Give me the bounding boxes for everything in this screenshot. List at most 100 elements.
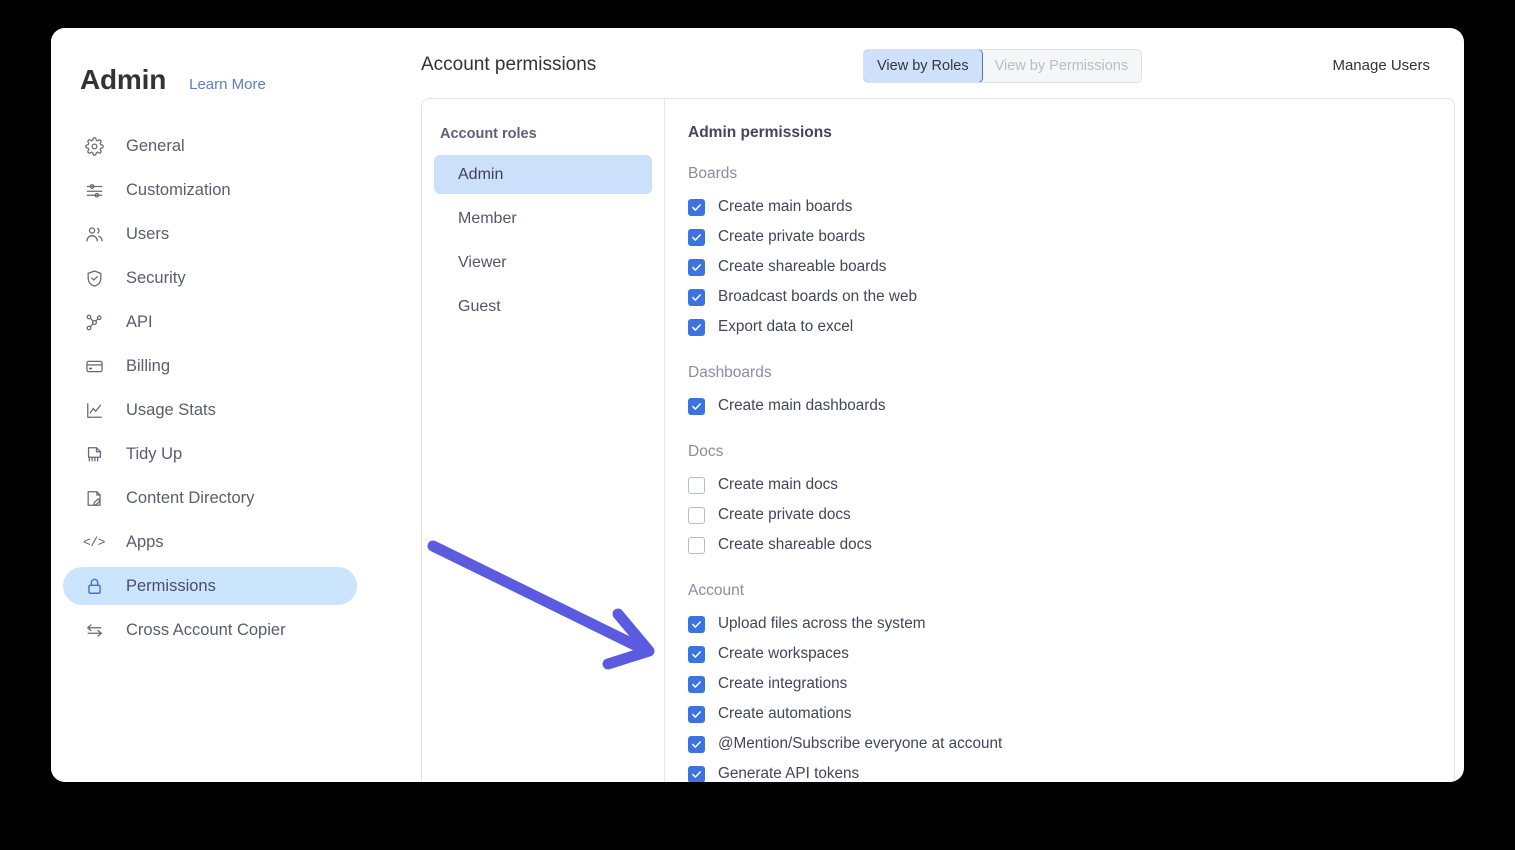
permission-row[interactable]: Upload files across the system: [688, 609, 1454, 639]
permission-label: Create main dashboards: [718, 397, 886, 414]
permission-group: Dashboards Create main dashboards: [688, 364, 1454, 421]
learn-more-link[interactable]: Learn More: [189, 76, 266, 93]
permission-label: Create main boards: [718, 198, 853, 215]
tab-view-by-permissions[interactable]: View by Permissions: [981, 50, 1142, 82]
checkbox-checked-icon[interactable]: [688, 735, 705, 753]
sidebar-item-label: Billing: [126, 356, 171, 375]
sidebar-header: Admin Learn More: [80, 64, 266, 96]
permission-row[interactable]: Create private boards: [688, 222, 1454, 252]
checkbox-unchecked-icon[interactable]: [688, 506, 705, 524]
permission-label: Create private docs: [718, 506, 851, 523]
sidebar-item-api[interactable]: API: [63, 303, 357, 341]
sidebar-item-label: Cross Account Copier: [126, 620, 286, 639]
permission-label: Create private boards: [718, 228, 866, 245]
permissions-card: Account roles Admin Member Viewer Guest …: [421, 98, 1455, 782]
permission-row[interactable]: Generate API tokens: [688, 759, 1454, 782]
admin-app-window: Admin Learn More General Customization U…: [51, 28, 1464, 782]
permission-label: Create integrations: [718, 675, 848, 692]
permission-row[interactable]: Create main boards: [688, 192, 1454, 222]
permission-group-title: Dashboards: [688, 364, 772, 381]
role-item-guest[interactable]: Guest: [434, 287, 652, 326]
permission-group-title: Account: [688, 582, 745, 599]
sidebar-item-usage-stats[interactable]: Usage Stats: [63, 391, 357, 429]
checkbox-unchecked-icon[interactable]: [688, 476, 705, 494]
checkbox-checked-icon[interactable]: [688, 318, 705, 336]
sidebar-item-label: General: [126, 136, 185, 155]
permissions-list-panel: Admin permissions Boards Create main boar…: [665, 99, 1454, 782]
sidebar: Admin Learn More General Customization U…: [51, 28, 369, 782]
account-roles-panel: Account roles Admin Member Viewer Guest: [422, 99, 665, 782]
sidebar-item-billing[interactable]: Billing: [63, 347, 357, 385]
role-item-viewer[interactable]: Viewer: [434, 243, 652, 282]
sidebar-item-label: Usage Stats: [126, 400, 216, 419]
users-icon: [83, 223, 105, 245]
permission-label: Create main docs: [718, 476, 838, 493]
permission-row[interactable]: Create main docs: [688, 470, 1454, 500]
permission-row[interactable]: Create private docs: [688, 500, 1454, 530]
permission-group-title: Docs: [688, 443, 724, 460]
document-edit-icon: [83, 487, 105, 509]
gear-icon: [83, 135, 105, 157]
credit-card-icon: [83, 355, 105, 377]
permission-row[interactable]: Create workspaces: [688, 639, 1454, 669]
checkbox-checked-icon[interactable]: [688, 645, 705, 663]
lock-icon: [83, 575, 105, 597]
permission-row[interactable]: Export data to excel: [688, 312, 1454, 342]
permission-label: Create shareable boards: [718, 258, 887, 275]
checkbox-checked-icon[interactable]: [688, 397, 705, 415]
sidebar-nav: General Customization Users Security API…: [63, 127, 357, 655]
app-title: Admin: [80, 64, 167, 95]
manage-users-link[interactable]: Manage Users: [1332, 57, 1430, 74]
sidebar-item-label: Apps: [126, 532, 164, 551]
topbar: Account permissions View by Roles View b…: [369, 28, 1464, 98]
sidebar-item-apps[interactable]: </> Apps: [63, 523, 357, 561]
sidebar-item-content-directory[interactable]: Content Directory: [63, 479, 357, 517]
desktop-backdrop: Admin Learn More General Customization U…: [0, 0, 1515, 850]
sidebar-item-cross-account-copier[interactable]: Cross Account Copier: [63, 611, 357, 649]
checkbox-checked-icon[interactable]: [688, 228, 705, 246]
permission-label: Generate API tokens: [718, 765, 860, 782]
permission-row[interactable]: @Mention/Subscribe everyone at account: [688, 729, 1454, 759]
permission-row[interactable]: Create integrations: [688, 669, 1454, 699]
sidebar-item-label: Users: [126, 224, 170, 243]
permissions-heading: Admin permissions: [688, 124, 832, 141]
permission-label: Export data to excel: [718, 318, 854, 335]
view-toggle-group: View by Roles View by Permissions: [864, 50, 1142, 82]
checkbox-checked-icon[interactable]: [688, 705, 705, 723]
broom-icon: [83, 443, 105, 465]
permission-row[interactable]: Broadcast boards on the web: [688, 282, 1454, 312]
permission-row[interactable]: Create automations: [688, 699, 1454, 729]
sidebar-item-label: Content Directory: [126, 488, 255, 507]
permission-label: Upload files across the system: [718, 615, 926, 632]
permission-row[interactable]: Create shareable docs: [688, 530, 1454, 560]
tab-view-by-roles[interactable]: View by Roles: [864, 50, 982, 82]
checkbox-checked-icon[interactable]: [688, 765, 705, 782]
main-content: Account permissions View by Roles View b…: [369, 28, 1464, 782]
checkbox-checked-icon[interactable]: [688, 675, 705, 693]
permission-row[interactable]: Create main dashboards: [688, 391, 1454, 421]
permission-label: Create automations: [718, 705, 852, 722]
sidebar-item-customization[interactable]: Customization: [63, 171, 357, 209]
checkbox-checked-icon[interactable]: [688, 198, 705, 216]
role-item-member[interactable]: Member: [434, 199, 652, 238]
code-brackets-icon: </>: [83, 534, 105, 550]
sidebar-item-permissions[interactable]: Permissions: [63, 567, 357, 605]
permission-label: Create workspaces: [718, 645, 849, 662]
nodes-icon: [83, 311, 105, 333]
sidebar-item-users[interactable]: Users: [63, 215, 357, 253]
checkbox-checked-icon[interactable]: [688, 615, 705, 633]
account-roles-heading: Account roles: [440, 126, 537, 142]
checkbox-checked-icon[interactable]: [688, 288, 705, 306]
sidebar-item-label: Tidy Up: [126, 444, 183, 463]
sidebar-item-security[interactable]: Security: [63, 259, 357, 297]
checkbox-checked-icon[interactable]: [688, 258, 705, 276]
sidebar-item-general[interactable]: General: [63, 127, 357, 165]
permission-group: Account Upload files across the system Cre…: [688, 582, 1454, 782]
sidebar-item-tidy-up[interactable]: Tidy Up: [63, 435, 357, 473]
permission-row[interactable]: Create shareable boards: [688, 252, 1454, 282]
sliders-icon: [83, 179, 105, 201]
role-item-admin[interactable]: Admin: [434, 155, 652, 194]
sidebar-item-label: Customization: [126, 180, 231, 199]
checkbox-unchecked-icon[interactable]: [688, 536, 705, 554]
permission-group: Docs Create main docs Create private docs C…: [688, 443, 1454, 560]
